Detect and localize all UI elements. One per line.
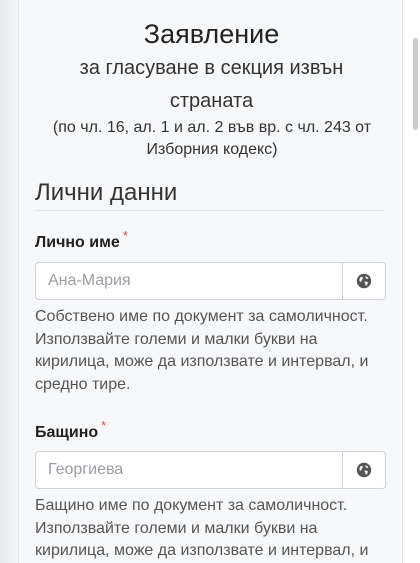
- application-form-page: Заявление за гласуване в секция извън ст…: [18, 0, 403, 563]
- globe-icon: [356, 273, 372, 289]
- first-name-transliterate-button[interactable]: [342, 262, 386, 300]
- vertical-scrollbar[interactable]: [413, 38, 418, 130]
- middle-name-help-text: Бащино име по документ за самоличност. И…: [35, 497, 369, 559]
- section-divider: [35, 210, 385, 211]
- required-marker: *: [101, 418, 107, 433]
- middle-name-label-text: Бащино: [35, 424, 99, 441]
- page-title: Заявление: [143, 19, 280, 49]
- page-subtitle: за гласуване в секция извън страната: [79, 57, 344, 112]
- first-name-label-text: Лично име: [35, 234, 120, 251]
- first-name-help-text: Собствено име по документ за самоличност…: [35, 308, 369, 393]
- globe-icon: [356, 462, 372, 478]
- first-name-input-group: [35, 262, 386, 300]
- middle-name-label: Бащино *: [35, 418, 106, 442]
- required-marker: *: [122, 228, 128, 243]
- middle-name-input[interactable]: [35, 451, 342, 489]
- page-gutter: [0, 0, 18, 563]
- first-name-label: Лично име *: [35, 228, 128, 252]
- first-name-input[interactable]: [35, 262, 342, 300]
- middle-name-transliterate-button[interactable]: [342, 451, 386, 489]
- section-title-personal-data: Лични данни: [35, 179, 178, 206]
- middle-name-input-group: [35, 451, 386, 489]
- legal-reference: (по чл. 16, ал. 1 и ал. 2 във вр. с чл. …: [52, 119, 372, 158]
